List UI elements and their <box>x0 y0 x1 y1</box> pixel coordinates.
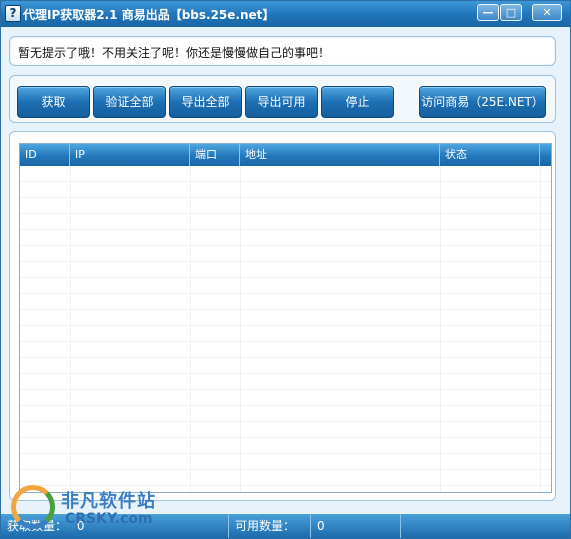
grid-line <box>20 406 551 422</box>
title-bar[interactable]: ? 代理IP获取器2.1 商易出品【bbs.25e.net】 — □ ✕ <box>1 1 570 27</box>
grid-column-line <box>190 166 191 492</box>
column-header-port[interactable]: 端口 <box>190 144 240 166</box>
grid-column-line <box>440 166 441 492</box>
list-header: ID IP 端口 地址 状态 <box>20 144 551 166</box>
grid-line <box>20 278 551 294</box>
grid-column-line <box>70 166 71 492</box>
column-header-id[interactable]: ID <box>20 144 70 166</box>
column-header-ip[interactable]: IP <box>70 144 190 166</box>
close-button[interactable]: ✕ <box>532 4 562 21</box>
fetch-button[interactable]: 获取 <box>17 86 90 118</box>
column-header-address[interactable]: 地址 <box>240 144 440 166</box>
stop-button[interactable]: 停止 <box>321 86 394 118</box>
grid-line <box>20 230 551 246</box>
grid-line <box>20 438 551 454</box>
grid-line <box>20 246 551 262</box>
grid-line <box>20 198 551 214</box>
grid-line <box>20 422 551 438</box>
grid-line <box>20 342 551 358</box>
grid-line <box>20 358 551 374</box>
grid-line <box>20 390 551 406</box>
usable-count-value: 0 <box>311 514 401 538</box>
export-usable-button[interactable]: 导出可用 <box>245 86 318 118</box>
grid-column-line <box>240 166 241 492</box>
notice-text: 暂无提示了哦！不用关注了呢！你还是慢慢做自己的事吧！ <box>18 46 331 60</box>
grid-line <box>20 310 551 326</box>
watermark-text-en: CRSKY.com <box>65 511 153 527</box>
grid-line <box>20 262 551 278</box>
column-header-status[interactable]: 状态 <box>440 144 540 166</box>
main-window: ? 代理IP获取器2.1 商易出品【bbs.25e.net】 — □ ✕ 暂无提… <box>0 0 571 539</box>
grid-line <box>20 454 551 470</box>
grid-column-line <box>540 166 541 492</box>
crsky-logo-icon <box>11 485 55 529</box>
grid-line <box>20 374 551 390</box>
maximize-button[interactable]: □ <box>500 4 522 21</box>
watermark: 非凡软件站 CRSKY.com <box>3 479 163 539</box>
export-all-button[interactable]: 导出全部 <box>169 86 242 118</box>
watermark-text-cn: 非凡软件站 <box>61 491 156 512</box>
usable-count-label: 可用数量： <box>229 514 311 538</box>
grid-line <box>20 166 551 182</box>
visit-site-button[interactable]: 访问商易（25E.NET） <box>419 86 546 118</box>
notice-box: 暂无提示了哦！不用关注了呢！你还是慢慢做自己的事吧！ <box>9 36 556 66</box>
grid-line <box>20 326 551 342</box>
minimize-button[interactable]: — <box>477 4 499 21</box>
app-icon: ? <box>5 5 21 22</box>
grid-line <box>20 214 551 230</box>
grid-line <box>20 294 551 310</box>
window-title: 代理IP获取器2.1 商易出品【bbs.25e.net】 <box>23 8 275 22</box>
proxy-list[interactable]: ID IP 端口 地址 状态 <box>19 143 552 493</box>
grid-line <box>20 182 551 198</box>
verify-all-button[interactable]: 验证全部 <box>93 86 166 118</box>
